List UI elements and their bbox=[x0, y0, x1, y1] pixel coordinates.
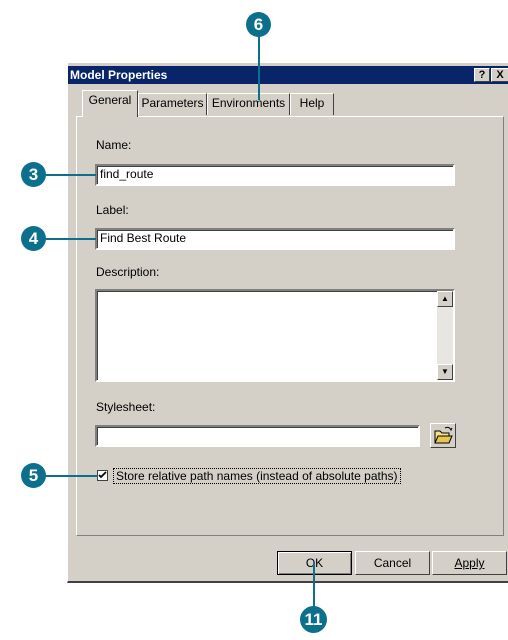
help-button[interactable]: ? bbox=[474, 68, 490, 82]
callout-line-ok bbox=[313, 563, 315, 611]
name-input[interactable]: find_route bbox=[95, 164, 455, 186]
relative-paths-checkbox[interactable] bbox=[97, 470, 108, 481]
description-textarea[interactable] bbox=[95, 289, 455, 382]
stylesheet-input[interactable] bbox=[95, 425, 420, 447]
tab-general[interactable]: General bbox=[82, 90, 138, 117]
label-input[interactable]: Find Best Route bbox=[95, 228, 455, 250]
callout-line-label bbox=[40, 238, 96, 240]
description-label: Description: bbox=[96, 265, 160, 279]
tab-parameters[interactable]: Parameters bbox=[138, 93, 207, 115]
callout-5: 5 bbox=[21, 463, 46, 488]
tab-environments[interactable]: Environments bbox=[207, 93, 290, 115]
callout-4: 4 bbox=[21, 226, 46, 251]
callout-6: 6 bbox=[246, 12, 271, 37]
callout-line-name bbox=[40, 174, 96, 176]
browse-button[interactable] bbox=[430, 423, 456, 448]
callout-11: 11 bbox=[300, 606, 327, 633]
cancel-button[interactable]: Cancel bbox=[355, 551, 430, 575]
label-label: Label: bbox=[96, 203, 129, 217]
window-title: Model Properties bbox=[70, 68, 168, 82]
callout-line-environments bbox=[258, 28, 260, 100]
callout-3: 3 bbox=[21, 162, 46, 187]
scroll-up-arrow-icon[interactable]: ▲ bbox=[437, 291, 453, 307]
checkmark-icon bbox=[98, 471, 107, 479]
close-button[interactable]: X bbox=[491, 68, 508, 82]
relative-paths-label[interactable]: Store relative path names (instead of ab… bbox=[113, 468, 401, 484]
name-label: Name: bbox=[96, 138, 132, 152]
callout-line-checkbox bbox=[40, 475, 98, 477]
stylesheet-label: Stylesheet: bbox=[96, 400, 156, 414]
open-folder-icon bbox=[434, 426, 453, 444]
apply-button[interactable]: Apply bbox=[432, 551, 507, 575]
scroll-down-arrow-icon[interactable]: ▼ bbox=[437, 364, 453, 380]
tab-help[interactable]: Help bbox=[290, 93, 334, 115]
